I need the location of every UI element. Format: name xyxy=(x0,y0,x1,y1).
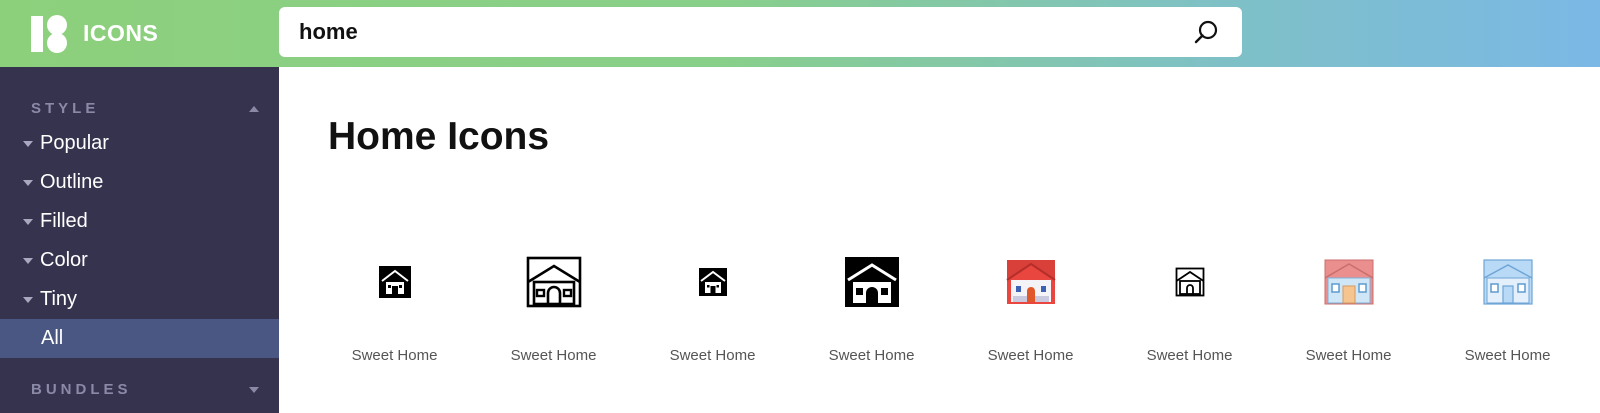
icon-caption: Sweet Home xyxy=(1146,347,1233,364)
home-filled-large-icon xyxy=(844,257,899,307)
expand-caret-icon xyxy=(23,297,33,303)
sidebar-item-label: All xyxy=(41,327,64,349)
style-heading: STYLE xyxy=(31,100,100,117)
sidebar-item-popular[interactable]: Popular xyxy=(0,124,279,163)
home-filled-small-icon xyxy=(378,266,411,298)
icon-card[interactable]: Sweet Home xyxy=(474,242,633,382)
main-content: Home Icons Sweet Home Sweet Home Sweet H… xyxy=(279,67,1600,413)
search-icon[interactable] xyxy=(1193,19,1219,45)
icon-card[interactable]: Sweet Home xyxy=(1428,242,1587,382)
icon-card[interactable]: Sweet Home xyxy=(633,242,792,382)
home-color-blue-icon xyxy=(1482,259,1533,305)
icon-caption: Sweet Home xyxy=(510,347,597,364)
page-title: Home Icons xyxy=(328,115,550,158)
home-outline-large-icon xyxy=(526,256,581,308)
icon-card[interactable]: Sweet Home xyxy=(792,242,951,382)
icon-caption: Sweet Home xyxy=(828,347,915,364)
sidebar-item-label: Popular xyxy=(40,132,109,154)
expand-caret-icon xyxy=(23,219,33,225)
sidebar-item-label: Filled xyxy=(40,210,88,232)
sidebar-item-outline[interactable]: Outline xyxy=(0,163,279,202)
sidebar-item-color[interactable]: Color xyxy=(0,241,279,280)
sidebar: STYLE Popular Outline Filled Color Tiny … xyxy=(0,67,279,413)
expand-caret-icon xyxy=(23,141,33,147)
icon-card[interactable]: Sweet Home xyxy=(1269,242,1428,382)
collapse-caret-icon xyxy=(249,106,259,112)
bundles-heading: BUNDLES xyxy=(31,381,132,398)
home-filled-tiny-icon xyxy=(698,268,727,296)
home-color-red-roof-icon xyxy=(1005,260,1056,304)
top-bar: ICONS xyxy=(0,0,1600,67)
search-input[interactable] xyxy=(299,17,1159,47)
bundles-section-header[interactable]: BUNDLES xyxy=(0,375,279,405)
icon-caption: Sweet Home xyxy=(669,347,756,364)
icon-card[interactable]: Sweet Home xyxy=(1110,242,1269,382)
icon-caption: Sweet Home xyxy=(1305,347,1392,364)
home-outline-tiny-icon xyxy=(1175,267,1204,297)
home-color-pink-roof-icon xyxy=(1324,259,1373,305)
sidebar-item-label: Outline xyxy=(40,171,104,193)
style-section-header[interactable]: STYLE xyxy=(0,94,279,124)
brand[interactable]: ICONS xyxy=(0,0,279,67)
icon-card[interactable]: Sweet Home xyxy=(951,242,1110,382)
icon-caption: Sweet Home xyxy=(351,347,438,364)
sidebar-item-label: Color xyxy=(40,249,88,271)
sidebar-item-tiny[interactable]: Tiny xyxy=(0,280,279,319)
expand-caret-icon xyxy=(23,258,33,264)
brand-name: ICONS xyxy=(83,20,159,46)
icon-caption: Sweet Home xyxy=(1464,347,1551,364)
icon-caption: Sweet Home xyxy=(987,347,1074,364)
expand-caret-icon xyxy=(249,387,259,393)
sidebar-item-label: Tiny xyxy=(40,288,78,310)
sidebar-item-all[interactable]: All xyxy=(0,319,279,358)
icons8-logo-icon xyxy=(31,15,67,53)
sidebar-item-filled[interactable]: Filled xyxy=(0,202,279,241)
search-box[interactable] xyxy=(279,7,1242,57)
expand-caret-icon xyxy=(23,180,33,186)
icon-card[interactable]: Sweet Home xyxy=(315,242,474,382)
